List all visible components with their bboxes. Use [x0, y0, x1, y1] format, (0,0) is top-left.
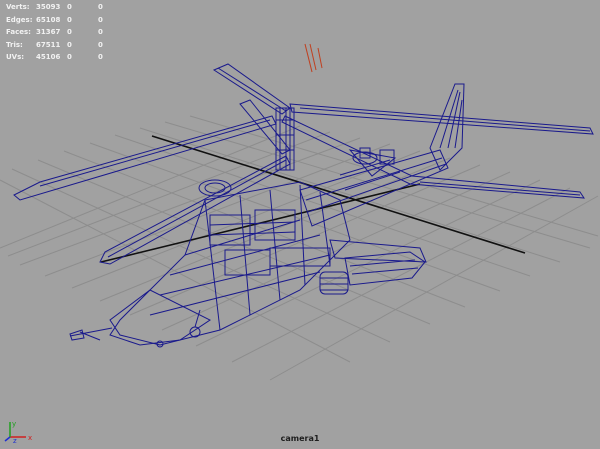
- hud-value: 0: [67, 28, 72, 36]
- hud-label: Tris:: [6, 40, 23, 49]
- hud-value: 0: [67, 40, 72, 49]
- poly-count-hud: Verts: 35093 0 0 Edges: 65108 0 0 Faces:…: [6, 1, 118, 64]
- hud-row-verts: Verts: 35093 0 0: [6, 1, 118, 14]
- pivot-marker: [304, 43, 323, 73]
- helicopter-wireframe-model[interactable]: [0, 0, 600, 449]
- hud-label: UVs:: [6, 53, 25, 61]
- hud-value: 0: [67, 53, 72, 61]
- hud-value: 45106: [36, 53, 61, 61]
- hud-value: 0: [98, 3, 103, 11]
- hud-value: 0: [98, 40, 103, 49]
- hud-label: Verts:: [6, 3, 30, 11]
- hud-value: 0: [98, 15, 103, 24]
- hud-value: 0: [98, 53, 103, 61]
- hud-value: 0: [67, 15, 72, 24]
- camera-name-label: camera1: [280, 434, 320, 443]
- hud-row-tris: Tris: 67511 0 0: [6, 39, 118, 52]
- hud-row-uvs: UVs: 45106 0 0: [6, 51, 118, 64]
- hud-row-faces: Faces: 31367 0 0: [6, 26, 118, 39]
- hud-value: 67511: [36, 40, 61, 49]
- hud-value: 0: [67, 3, 72, 11]
- hud-value: 35093: [36, 3, 61, 11]
- hud-label: Faces:: [6, 28, 31, 36]
- hud-value: 0: [98, 28, 103, 36]
- hud-value: 65108: [36, 15, 61, 24]
- hud-row-edges: Edges: 65108 0 0: [6, 14, 118, 27]
- axis-y-label: y: [12, 420, 16, 428]
- hud-value: 31367: [36, 28, 61, 36]
- hud-label: Edges:: [6, 15, 33, 24]
- perspective-viewport[interactable]: Verts: 35093 0 0 Edges: 65108 0 0 Faces:…: [0, 0, 600, 449]
